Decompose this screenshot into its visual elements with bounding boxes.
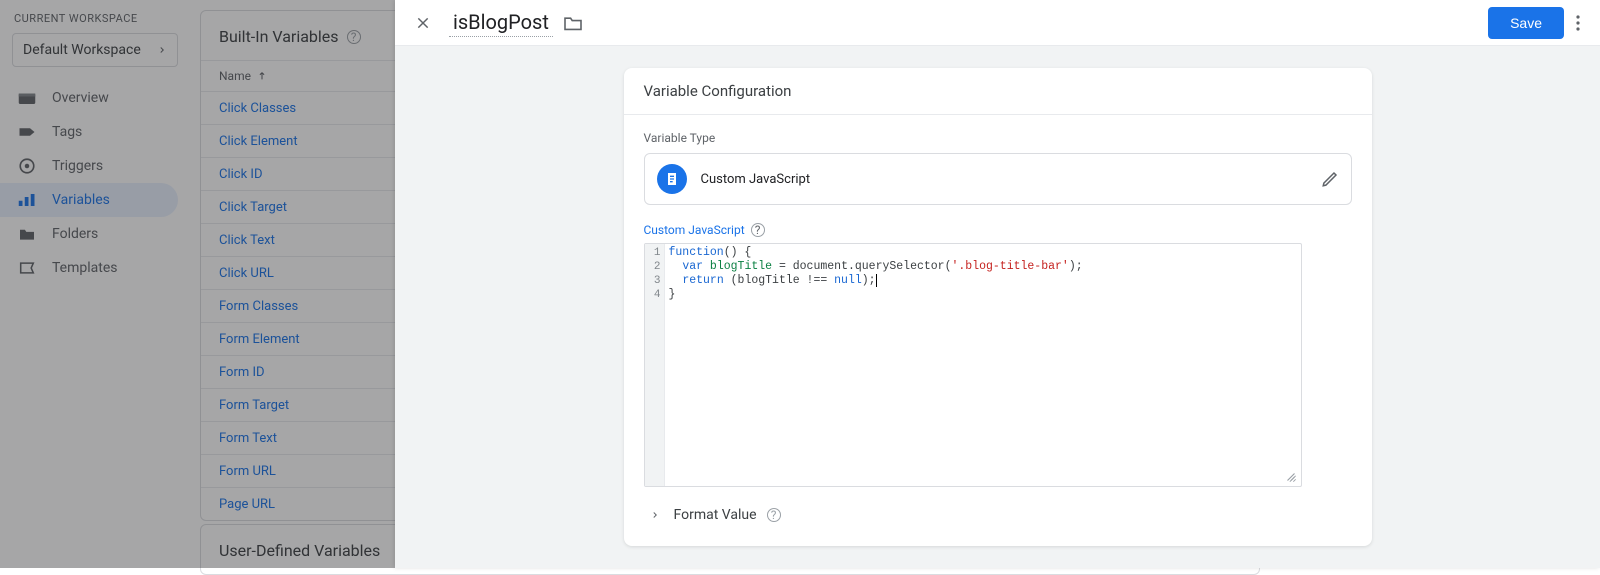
code-gutter: 1234 xyxy=(645,244,665,486)
code-label: Custom JavaScript xyxy=(644,223,745,237)
resize-handle-icon[interactable] xyxy=(1284,470,1298,484)
code-area[interactable]: function() { var blogTitle = document.qu… xyxy=(665,244,1301,486)
pencil-icon[interactable] xyxy=(1321,170,1339,188)
save-button[interactable]: Save xyxy=(1488,7,1564,39)
variable-name-input[interactable]: isBlogPost xyxy=(449,8,553,37)
variable-type-name: Custom JavaScript xyxy=(701,172,1321,187)
variable-editor: isBlogPost Save Variable Configuration V… xyxy=(395,0,1600,568)
help-icon[interactable]: ? xyxy=(751,223,765,237)
variable-type-selector[interactable]: Custom JavaScript xyxy=(644,153,1352,205)
help-icon[interactable]: ? xyxy=(767,508,781,522)
format-value-label: Format Value xyxy=(674,507,757,523)
editor-toolbar: isBlogPost Save xyxy=(395,0,1600,46)
custom-js-icon xyxy=(657,164,687,194)
format-value-toggle[interactable]: Format Value ? xyxy=(624,497,1372,527)
config-card: Variable Configuration Variable Type Cus… xyxy=(624,68,1372,546)
close-icon[interactable] xyxy=(403,7,443,39)
editor-body: Variable Configuration Variable Type Cus… xyxy=(395,46,1600,568)
folder-icon[interactable] xyxy=(563,15,583,31)
variable-type-label: Variable Type xyxy=(624,115,1372,153)
card-title: Variable Configuration xyxy=(624,68,1372,115)
code-editor[interactable]: 1234 function() { var blogTitle = docume… xyxy=(644,243,1302,487)
more-menu-icon[interactable] xyxy=(1564,7,1592,39)
chevron-right-icon xyxy=(650,510,664,520)
